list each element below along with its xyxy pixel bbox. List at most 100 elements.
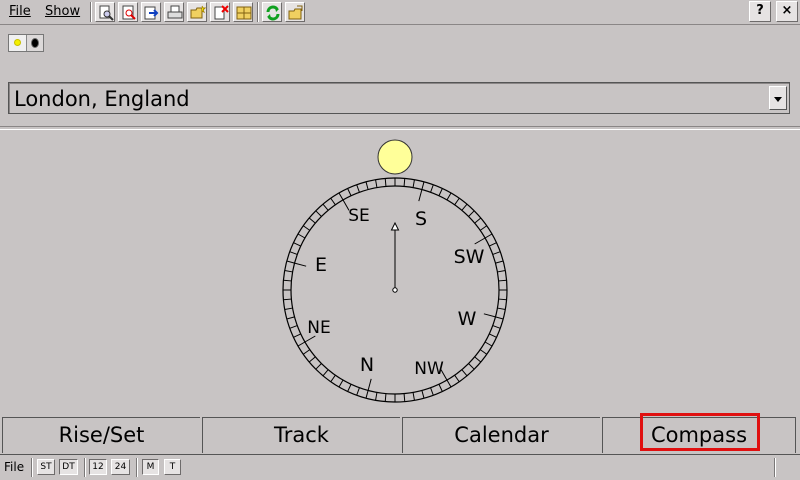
ring-division bbox=[284, 307, 293, 310]
ring-division bbox=[289, 251, 298, 255]
location-select[interactable]: London, England bbox=[8, 82, 790, 114]
find-button[interactable] bbox=[95, 2, 115, 22]
print-button[interactable] bbox=[164, 2, 184, 22]
open-folder-button[interactable] bbox=[285, 2, 305, 22]
help-button[interactable]: ? bbox=[749, 1, 771, 22]
delete-button[interactable] bbox=[210, 2, 230, 22]
ring-division bbox=[365, 181, 369, 190]
go-to-button[interactable] bbox=[141, 2, 161, 22]
ring-division bbox=[446, 192, 452, 201]
label-nw: NW bbox=[414, 359, 444, 379]
ring-division bbox=[356, 387, 360, 396]
new-folder-icon bbox=[190, 5, 206, 19]
ring-division bbox=[430, 184, 434, 193]
tab-calendar[interactable]: Calendar bbox=[402, 417, 600, 453]
ring-division bbox=[286, 260, 295, 264]
ring-division bbox=[375, 392, 378, 401]
toolbar-separator bbox=[90, 2, 91, 22]
status-separator bbox=[774, 458, 775, 477]
label-s: S bbox=[415, 208, 427, 230]
sun-icon bbox=[14, 39, 21, 46]
file-menu[interactable]: File bbox=[9, 3, 31, 20]
new-folder-button[interactable] bbox=[187, 2, 207, 22]
ring-division bbox=[421, 181, 425, 190]
ring-division bbox=[293, 333, 301, 338]
refresh-button[interactable] bbox=[262, 2, 282, 22]
ring-division bbox=[484, 341, 493, 347]
ring-division bbox=[430, 387, 434, 396]
ring-division bbox=[322, 203, 329, 211]
close-button[interactable]: × bbox=[776, 1, 798, 22]
t-button[interactable]: T bbox=[164, 459, 181, 475]
ring-division bbox=[438, 384, 443, 392]
ring-division bbox=[284, 270, 293, 273]
ring-division bbox=[286, 316, 295, 320]
location-value: London, England bbox=[14, 87, 190, 111]
table-icon bbox=[236, 6, 252, 20]
menu-bar: File Show ? × bbox=[0, 0, 800, 25]
ring-division bbox=[356, 184, 360, 193]
ring-division bbox=[412, 392, 415, 401]
find-icon bbox=[99, 5, 114, 21]
ring-division bbox=[497, 270, 506, 273]
ring-division bbox=[446, 379, 452, 388]
ring-division bbox=[375, 179, 378, 188]
ring-division bbox=[289, 325, 298, 329]
ring-division bbox=[302, 225, 311, 231]
ring-division bbox=[498, 279, 507, 282]
ring-division bbox=[365, 390, 369, 399]
ring-division bbox=[322, 369, 329, 377]
tab-track[interactable]: Track bbox=[202, 417, 400, 453]
ring-division bbox=[479, 225, 488, 231]
m-button[interactable]: M bbox=[142, 459, 159, 475]
ring-division bbox=[497, 307, 506, 310]
moon-icon[interactable] bbox=[31, 38, 39, 48]
dropdown-arrow-icon[interactable] bbox=[769, 86, 787, 110]
show-menu[interactable]: Show bbox=[45, 3, 80, 20]
ring-division bbox=[489, 242, 497, 247]
ring-division bbox=[347, 188, 352, 196]
compass-view: S SW W NW N NE E SE bbox=[282, 139, 508, 403]
toolbar-separator bbox=[257, 2, 258, 22]
selected-tab-highlight bbox=[640, 413, 760, 451]
sun-marker bbox=[377, 139, 413, 175]
ring-division bbox=[338, 379, 344, 388]
ring-division bbox=[461, 369, 468, 377]
ring-division bbox=[479, 349, 488, 355]
status-file-menu[interactable]: File bbox=[4, 460, 24, 474]
12h-button[interactable]: 12 bbox=[89, 459, 107, 475]
label-ne: NE bbox=[307, 318, 330, 338]
ring-division bbox=[330, 197, 336, 206]
ring-division bbox=[498, 298, 507, 301]
ring-division bbox=[421, 390, 425, 399]
ring-division bbox=[438, 188, 443, 196]
day-night-toggle[interactable] bbox=[8, 34, 44, 52]
ring-division bbox=[315, 210, 322, 217]
ring-division bbox=[297, 233, 306, 239]
ring-division bbox=[492, 251, 501, 255]
zoom-button[interactable] bbox=[118, 2, 138, 22]
dt-button[interactable]: DT bbox=[59, 459, 78, 475]
refresh-icon bbox=[266, 5, 280, 21]
status-separator bbox=[31, 458, 32, 477]
delete-icon bbox=[214, 5, 229, 20]
24h-button[interactable]: 24 bbox=[111, 459, 130, 475]
day-option[interactable] bbox=[9, 35, 27, 51]
label-se: SE bbox=[348, 206, 370, 226]
compass-needle bbox=[390, 221, 400, 293]
label-w: W bbox=[458, 308, 477, 330]
ring-division bbox=[308, 356, 316, 363]
major-tick bbox=[367, 378, 372, 391]
ring-division bbox=[468, 363, 475, 370]
ring-division bbox=[283, 298, 292, 301]
ring-division bbox=[338, 192, 344, 201]
tab-rise-set[interactable]: Rise/Set bbox=[2, 417, 200, 453]
label-sw: SW bbox=[454, 246, 485, 268]
ring-division bbox=[315, 363, 322, 370]
zoom-icon bbox=[122, 5, 136, 20]
table-button[interactable] bbox=[233, 2, 253, 22]
status-separator bbox=[136, 458, 137, 477]
go-to-icon bbox=[144, 6, 159, 20]
st-button[interactable]: ST bbox=[37, 459, 55, 475]
ring-division bbox=[384, 393, 387, 402]
